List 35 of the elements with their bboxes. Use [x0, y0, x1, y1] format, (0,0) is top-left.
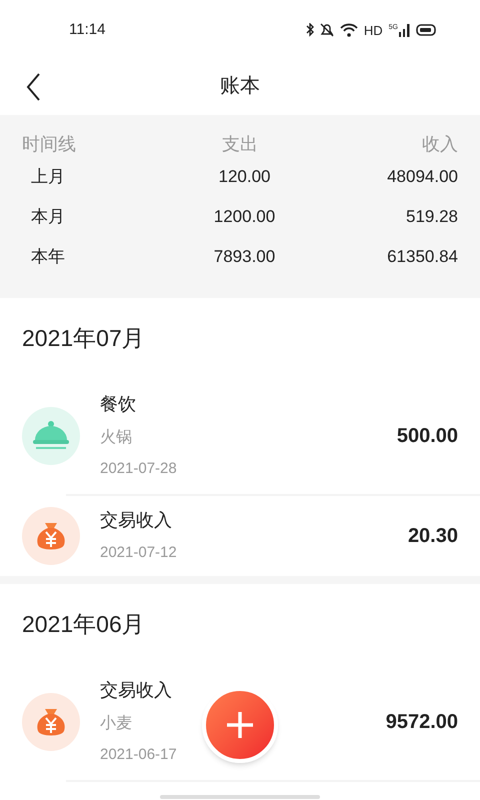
back-icon	[26, 73, 40, 101]
period-label: 本年	[31, 247, 65, 266]
period-label: 上月	[31, 167, 65, 186]
bell-off-icon	[320, 23, 334, 37]
wifi-icon	[340, 23, 358, 37]
income-value: 519.28	[406, 207, 458, 226]
battery-icon	[416, 24, 436, 36]
expense-value: 120.00	[218, 167, 270, 186]
amount-value: 20.30	[408, 524, 458, 549]
month-heading: 2021年07月	[22, 324, 145, 353]
column-header: 支出	[222, 134, 258, 154]
category-label: 餐饮	[100, 393, 136, 416]
date-text: 2021-06-17	[100, 745, 177, 766]
income-value: 48094.00	[387, 167, 458, 186]
expense-value: 7893.00	[214, 247, 276, 266]
expense-value: 1200.00	[214, 207, 276, 226]
column-header: 收入	[422, 134, 458, 154]
category-label: 交易收入	[100, 679, 172, 702]
column-header: 时间线	[22, 134, 76, 154]
page-title: 账本	[220, 74, 260, 99]
date-text: 2021-07-28	[100, 459, 177, 480]
category-label: 交易收入	[100, 509, 172, 532]
plus-icon	[226, 711, 254, 739]
signal-icon	[399, 24, 410, 36]
income-value: 61350.84	[387, 247, 458, 266]
status-time: 11:14	[69, 20, 106, 40]
note-text: 小麦	[100, 714, 132, 734]
month-heading: 2021年06月	[22, 610, 145, 639]
date-text: 2021-07-12	[100, 543, 177, 564]
bluetooth-icon	[306, 23, 314, 37]
hd-indicator: HD	[364, 24, 383, 36]
note-text: 火锅	[100, 428, 132, 448]
amount-value: 500.00	[396, 424, 458, 449]
amount-value: 9572.00	[386, 710, 458, 735]
period-label: 本月	[31, 207, 65, 226]
